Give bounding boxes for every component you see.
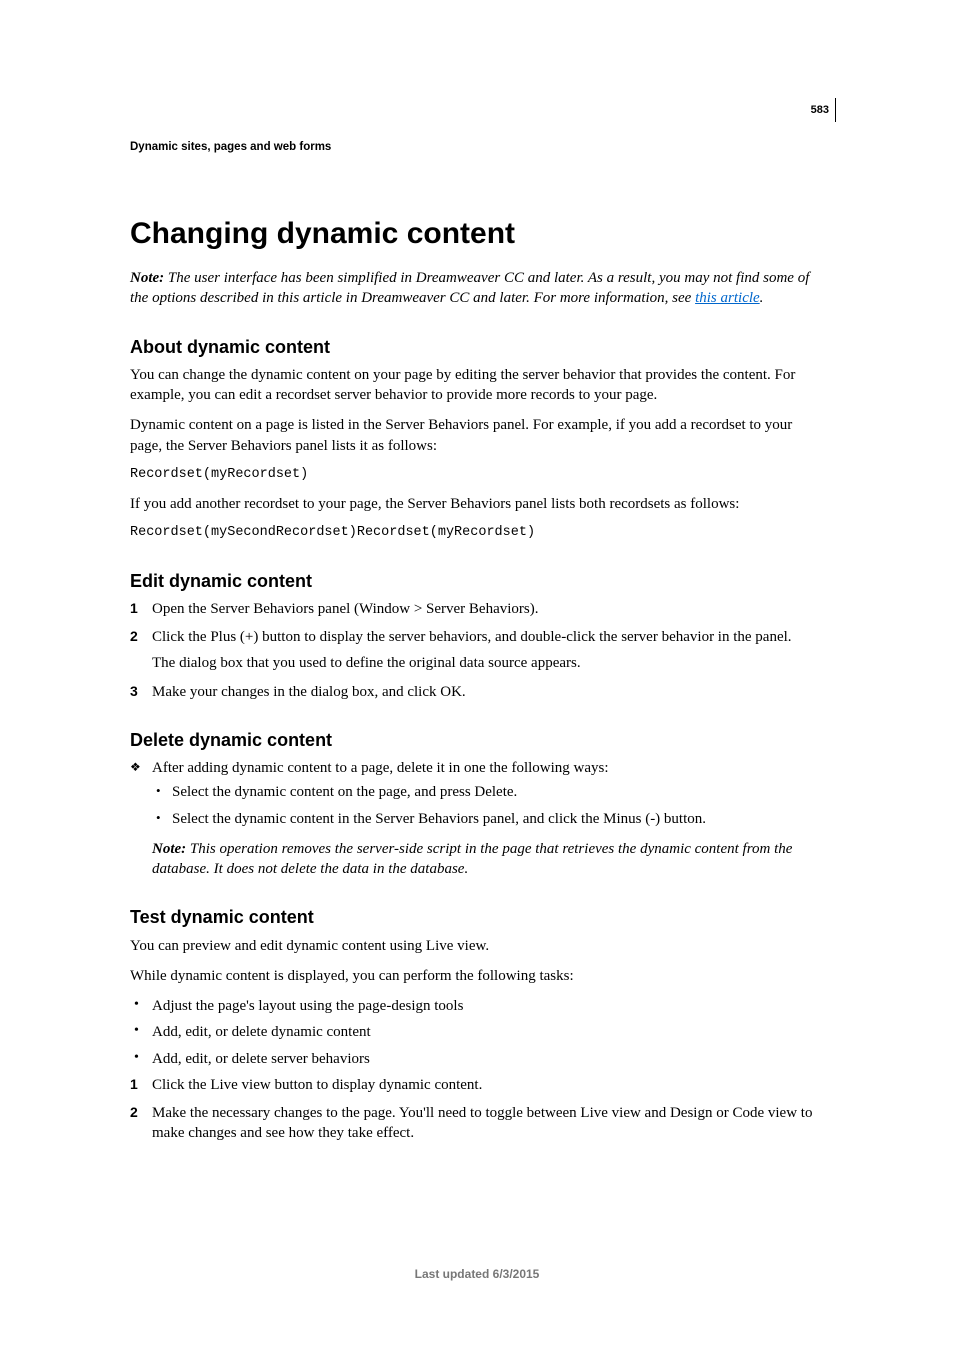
step-text: Click the Live view button to display dy…	[152, 1077, 482, 1093]
about-p3: If you add another recordset to your pag…	[130, 494, 824, 514]
delete-sub-1: Select the dynamic content on the page, …	[152, 782, 824, 802]
top-note: Note: The user interface has been simpli…	[130, 268, 824, 309]
edit-step-3: 3 Make your changes in the dialog box, a…	[130, 682, 824, 702]
step-text: Make the necessary changes to the page. …	[152, 1105, 812, 1141]
about-p2: Dynamic content on a page is listed in t…	[130, 415, 824, 456]
page-number: 583	[811, 103, 829, 118]
test-bullet-3: Add, edit, or delete server behaviors	[130, 1049, 824, 1069]
delete-sub-2: Select the dynamic content in the Server…	[152, 809, 824, 829]
step-number: 2	[130, 1103, 138, 1122]
footer-updated: Last updated 6/3/2015	[0, 1266, 954, 1282]
note-body: This operation removes the server-side s…	[152, 841, 792, 877]
test-p1: You can preview and edit dynamic content…	[130, 936, 824, 956]
note-label: Note:	[152, 841, 190, 857]
step-number: 1	[130, 1075, 138, 1094]
test-bullets: Adjust the page's layout using the page-…	[130, 996, 824, 1069]
edit-step-1: 1 Open the Server Behaviors panel (Windo…	[130, 599, 824, 619]
step-text: Click the Plus (+) button to display the…	[152, 629, 792, 645]
note-label: Note:	[130, 270, 168, 286]
step-number: 1	[130, 599, 138, 618]
edit-heading: Edit dynamic content	[130, 569, 824, 593]
step-text: Open the Server Behaviors panel (Window …	[152, 601, 539, 617]
about-code2: Recordset(mySecondRecordset)Recordset(my…	[130, 524, 824, 542]
test-steps: 1 Click the Live view button to display …	[130, 1075, 824, 1144]
test-heading: Test dynamic content	[130, 905, 824, 929]
step-subtext: The dialog box that you used to define t…	[152, 653, 824, 673]
step-number: 2	[130, 627, 138, 646]
about-p1: You can change the dynamic content on yo…	[130, 365, 824, 406]
test-step-1: 1 Click the Live view button to display …	[130, 1075, 824, 1095]
this-article-link[interactable]: this article	[695, 290, 760, 306]
step-text: Make your changes in the dialog box, and…	[152, 684, 466, 700]
step-number: 3	[130, 682, 138, 701]
test-step-2: 2 Make the necessary changes to the page…	[130, 1103, 824, 1144]
delete-sublist: Select the dynamic content on the page, …	[152, 782, 824, 829]
delete-heading: Delete dynamic content	[130, 728, 824, 752]
test-bullet-1: Adjust the page's layout using the page-…	[130, 996, 824, 1016]
delete-lead-item: After adding dynamic content to a page, …	[130, 758, 824, 879]
delete-lead: After adding dynamic content to a page, …	[152, 760, 609, 776]
about-heading: About dynamic content	[130, 335, 824, 359]
page-number-rule	[835, 98, 836, 122]
delete-list: After adding dynamic content to a page, …	[130, 758, 824, 879]
page-title: Changing dynamic content	[130, 214, 824, 255]
edit-steps: 1 Open the Server Behaviors panel (Windo…	[130, 599, 824, 702]
test-bullet-2: Add, edit, or delete dynamic content	[130, 1022, 824, 1042]
delete-note: Note: This operation removes the server-…	[152, 839, 824, 880]
edit-step-2: 2 Click the Plus (+) button to display t…	[130, 627, 824, 674]
page-body: Dynamic sites, pages and web forms Chang…	[0, 0, 954, 1144]
running-head: Dynamic sites, pages and web forms	[130, 140, 824, 156]
test-p2: While dynamic content is displayed, you …	[130, 966, 824, 986]
about-code1: Recordset(myRecordset)	[130, 466, 824, 484]
note-body-after: .	[760, 290, 764, 306]
